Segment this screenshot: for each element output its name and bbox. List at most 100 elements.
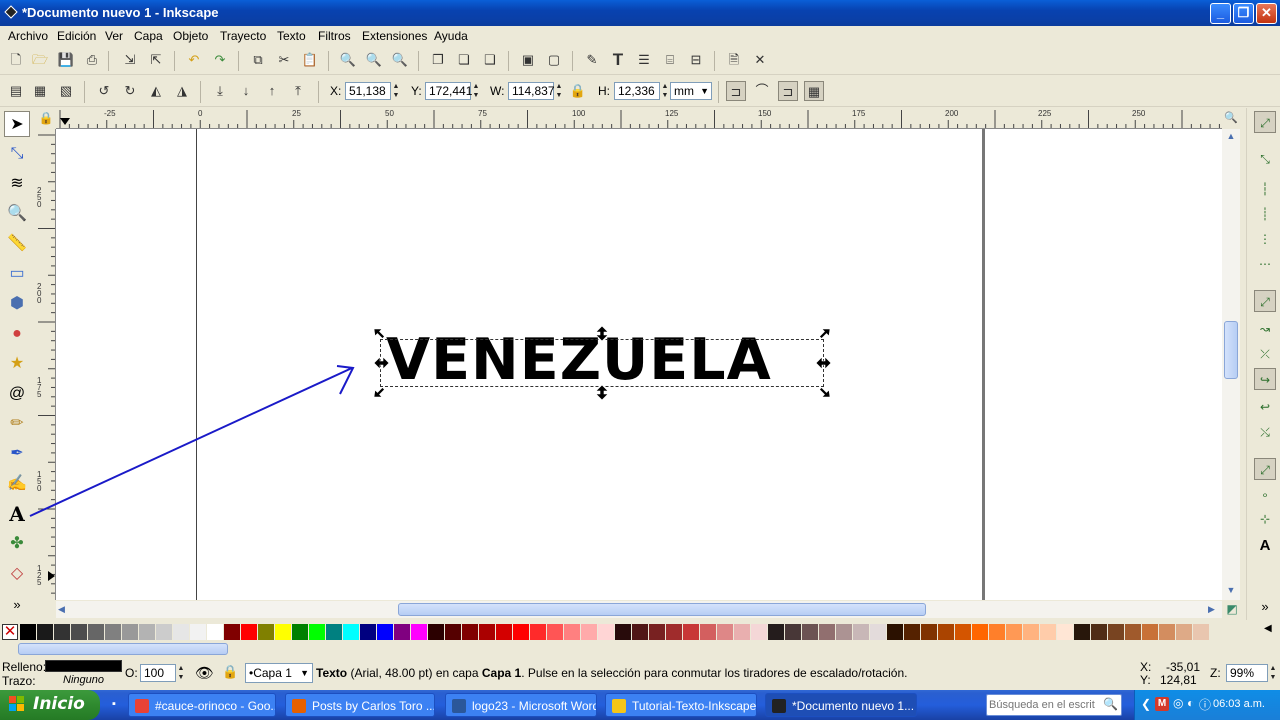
color-swatch[interactable] (360, 624, 376, 640)
layers-icon[interactable]: ☰ (634, 50, 654, 70)
taskbar-item-chrome[interactable]: #cauce-orinoco - Goo... (128, 693, 276, 717)
color-swatch[interactable] (122, 624, 138, 640)
color-swatch[interactable] (989, 624, 1005, 640)
menu-archivo[interactable]: Archivo (8, 29, 48, 43)
opacity-spin-arrows[interactable]: ▲ ▼ (177, 664, 185, 682)
selector-tool-icon[interactable]: ➤ (4, 111, 30, 137)
rotate-ccw-icon[interactable]: ↺ (94, 81, 114, 101)
color-swatch[interactable] (1057, 624, 1073, 640)
zoom-selection-icon[interactable]: 🔍 (338, 50, 358, 70)
color-swatch[interactable] (1074, 624, 1090, 640)
color-swatch[interactable] (1023, 624, 1039, 640)
menu-extensiones[interactable]: Extensiones (362, 29, 427, 43)
color-swatch[interactable] (751, 624, 767, 640)
color-swatch[interactable] (666, 624, 682, 640)
rectangle-tool-icon[interactable]: ▭ (4, 261, 30, 287)
snap-midpoints-icon[interactable]: ⤯ (1254, 421, 1276, 443)
color-swatch[interactable] (649, 624, 665, 640)
duplicate-icon[interactable]: ❐ (428, 50, 448, 70)
transform-gradients-icon[interactable]: ⊐ (778, 81, 798, 101)
color-swatch[interactable] (105, 624, 121, 640)
color-swatch[interactable] (241, 624, 257, 640)
color-swatch[interactable] (411, 624, 427, 640)
color-swatch[interactable] (734, 624, 750, 640)
color-swatch[interactable] (20, 624, 36, 640)
preferences-icon[interactable]: ✕ (750, 50, 770, 70)
color-swatch[interactable] (37, 624, 53, 640)
align-distribute-icon[interactable]: ⊟ (686, 50, 706, 70)
undo-icon[interactable]: ↶ (184, 50, 204, 70)
color-swatch[interactable] (785, 624, 801, 640)
scale-corners-icon[interactable]: ⌒ (752, 81, 772, 101)
color-swatch[interactable] (615, 624, 631, 640)
copy-icon[interactable]: ⧉ (248, 50, 268, 70)
snap-bbox-corner-icon[interactable]: ┊ (1254, 203, 1276, 225)
document-properties-icon[interactable]: 🗎 (724, 50, 744, 70)
maximize-button[interactable]: ❐ (1233, 3, 1254, 24)
color-swatch[interactable] (156, 624, 172, 640)
menu-ayuda[interactable]: Ayuda (434, 29, 468, 43)
color-swatch[interactable] (71, 624, 87, 640)
color-swatch[interactable] (207, 624, 223, 640)
open-folder-icon[interactable]: 🗁 (30, 50, 50, 70)
desktop-search-box[interactable]: 🔍 (986, 694, 1122, 716)
layer-select[interactable]: •Capa 1 ▼ (245, 663, 313, 683)
quick-launch-icon[interactable]: ▪ (112, 698, 126, 712)
color-swatch[interactable] (1176, 624, 1192, 640)
color-swatch[interactable] (938, 624, 954, 640)
color-swatch[interactable] (836, 624, 852, 640)
scroll-right-icon[interactable]: ▶ (1208, 603, 1220, 616)
scroll-left-icon[interactable]: ◀ (58, 603, 70, 616)
zoom-drawing-icon[interactable]: 🔍 (364, 50, 384, 70)
spiral-tool-icon[interactable]: @ (4, 381, 30, 407)
y-spin-arrows[interactable]: ▲ ▼ (472, 82, 480, 100)
transform-patterns-icon[interactable]: ▦ (804, 81, 824, 101)
rotate-cw-icon[interactable]: ↻ (120, 81, 140, 101)
palette-menu-icon[interactable]: ◀ (1264, 623, 1272, 634)
zoom-tool-icon[interactable]: 🔍 (4, 201, 30, 227)
layer-lock-icon[interactable]: 🔒 (222, 664, 238, 680)
unlink-clone-icon[interactable]: ❑ (480, 50, 500, 70)
search-icon[interactable]: 🔍 (1103, 697, 1118, 711)
lock-proportions-icon[interactable]: 🔒 (568, 81, 588, 101)
menu-ver[interactable]: Ver (105, 29, 123, 43)
color-swatch[interactable] (88, 624, 104, 640)
snap-paths-icon[interactable]: ↝ (1254, 318, 1276, 340)
color-swatch[interactable] (598, 624, 614, 640)
color-swatch[interactable] (343, 624, 359, 640)
snap-smooth-nodes-icon[interactable]: ↩ (1254, 396, 1276, 418)
color-swatch[interactable] (717, 624, 733, 640)
horizontal-scroll-thumb[interactable] (398, 603, 926, 616)
tray-collapse-icon[interactable]: ❮ (1141, 697, 1151, 711)
pen-tool-icon[interactable]: ✒ (4, 441, 30, 467)
taskbar-item-word[interactable]: logo23 - Microsoft Word (445, 693, 597, 717)
scale-stroke-icon[interactable]: ⊐ (726, 81, 746, 101)
pencil-tool-icon[interactable]: ✏ (4, 411, 30, 437)
color-swatch[interactable] (224, 624, 240, 640)
paste-icon[interactable]: 📋 (300, 50, 320, 70)
calligraphy-tool-icon[interactable]: ✍ (4, 471, 30, 497)
snap-object-center-icon[interactable]: ∘ (1254, 484, 1276, 506)
ellipse-tool-icon[interactable]: ● (4, 321, 30, 347)
color-swatch[interactable] (1193, 624, 1209, 640)
save-icon[interactable]: 💾 (56, 50, 76, 70)
menu-filtros[interactable]: Filtros (318, 29, 351, 43)
color-swatch[interactable] (54, 624, 70, 640)
snap-nodes-icon[interactable]: ⤢ (1254, 290, 1276, 312)
color-swatch[interactable] (530, 624, 546, 640)
fill-stroke-icon[interactable]: ✎ (582, 50, 602, 70)
cut-icon[interactable]: ✂ (274, 50, 294, 70)
more-tools-icon[interactable]: » (4, 592, 30, 618)
raise-to-top-icon[interactable]: ⤒ (288, 81, 308, 101)
no-paint-swatch[interactable]: ✕ (2, 624, 18, 640)
tweak-tool-icon[interactable]: ≋ (4, 171, 30, 197)
w-spin-arrows[interactable]: ▲ ▼ (555, 82, 563, 100)
color-swatch[interactable] (581, 624, 597, 640)
color-swatch[interactable] (258, 624, 274, 640)
color-swatch[interactable] (377, 624, 393, 640)
h-input[interactable]: 12,336 (614, 82, 660, 100)
print-icon[interactable]: ⎙ (82, 50, 102, 70)
color-swatch[interactable] (683, 624, 699, 640)
snap-cusp-nodes-icon[interactable]: ↪ (1254, 368, 1276, 390)
snap-bbox-midpoint-icon[interactable]: ⋮ (1254, 228, 1276, 250)
